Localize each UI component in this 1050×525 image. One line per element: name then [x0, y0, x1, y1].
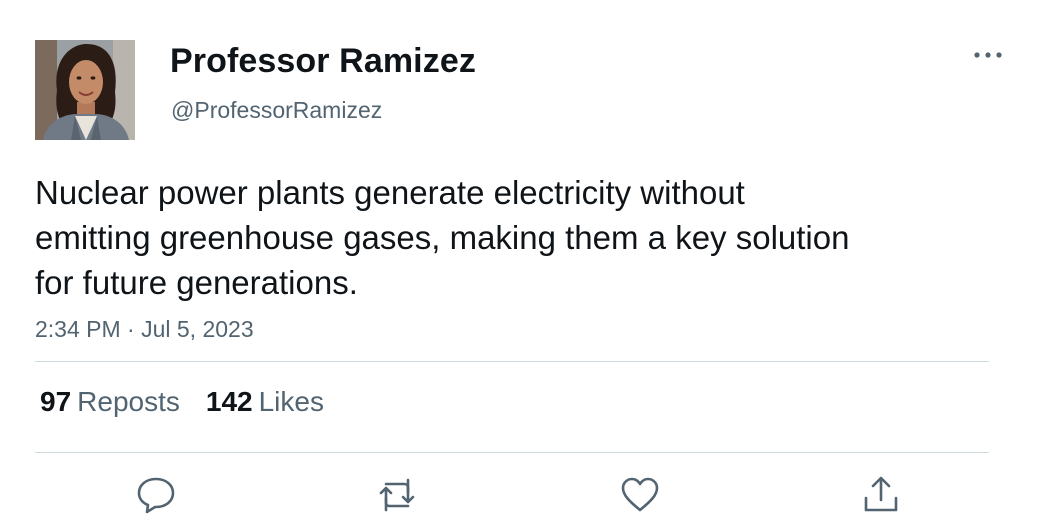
display-name[interactable]: Professor Ramizez — [170, 42, 476, 81]
tweet-timestamp[interactable]: 2:34 PM · Jul 5, 2023 — [35, 316, 254, 343]
tweet-text-line: Nuclear power plants generate electricit… — [35, 174, 745, 211]
reposts-stat[interactable]: 97 Reposts — [40, 386, 180, 418]
more-options-icon — [974, 52, 1002, 58]
divider — [35, 452, 989, 453]
tweet-text: Nuclear power plants generate electricit… — [35, 170, 935, 305]
avatar[interactable] — [35, 40, 135, 140]
share-icon — [864, 476, 898, 512]
repost-icon — [379, 478, 415, 512]
reposts-count: 97 — [40, 386, 72, 417]
likes-stat[interactable]: 142 Likes — [206, 386, 324, 418]
likes-label: Likes — [258, 386, 324, 417]
share-button[interactable] — [860, 474, 902, 516]
profile-photo-icon — [35, 40, 135, 140]
reply-icon — [137, 477, 175, 514]
user-handle[interactable]: @ProfessorRamizez — [171, 97, 382, 124]
like-button[interactable] — [619, 474, 661, 516]
engagement-stats: 97 Reposts 142 Likes — [40, 386, 350, 418]
tweet-text-line: emitting greenhouse gases, making them a… — [35, 219, 850, 256]
reply-button[interactable] — [135, 474, 177, 516]
tweet-card: Professor Ramizez @ProfessorRamizez Nucl… — [0, 0, 1050, 525]
more-options-button[interactable] — [968, 40, 1008, 70]
action-bar — [0, 474, 1050, 516]
heart-icon — [621, 477, 659, 512]
divider — [35, 361, 989, 362]
tweet-text-line: for future generations. — [35, 264, 358, 301]
reposts-label: Reposts — [77, 386, 180, 417]
likes-count: 142 — [205, 386, 253, 417]
repost-button[interactable] — [376, 474, 418, 516]
